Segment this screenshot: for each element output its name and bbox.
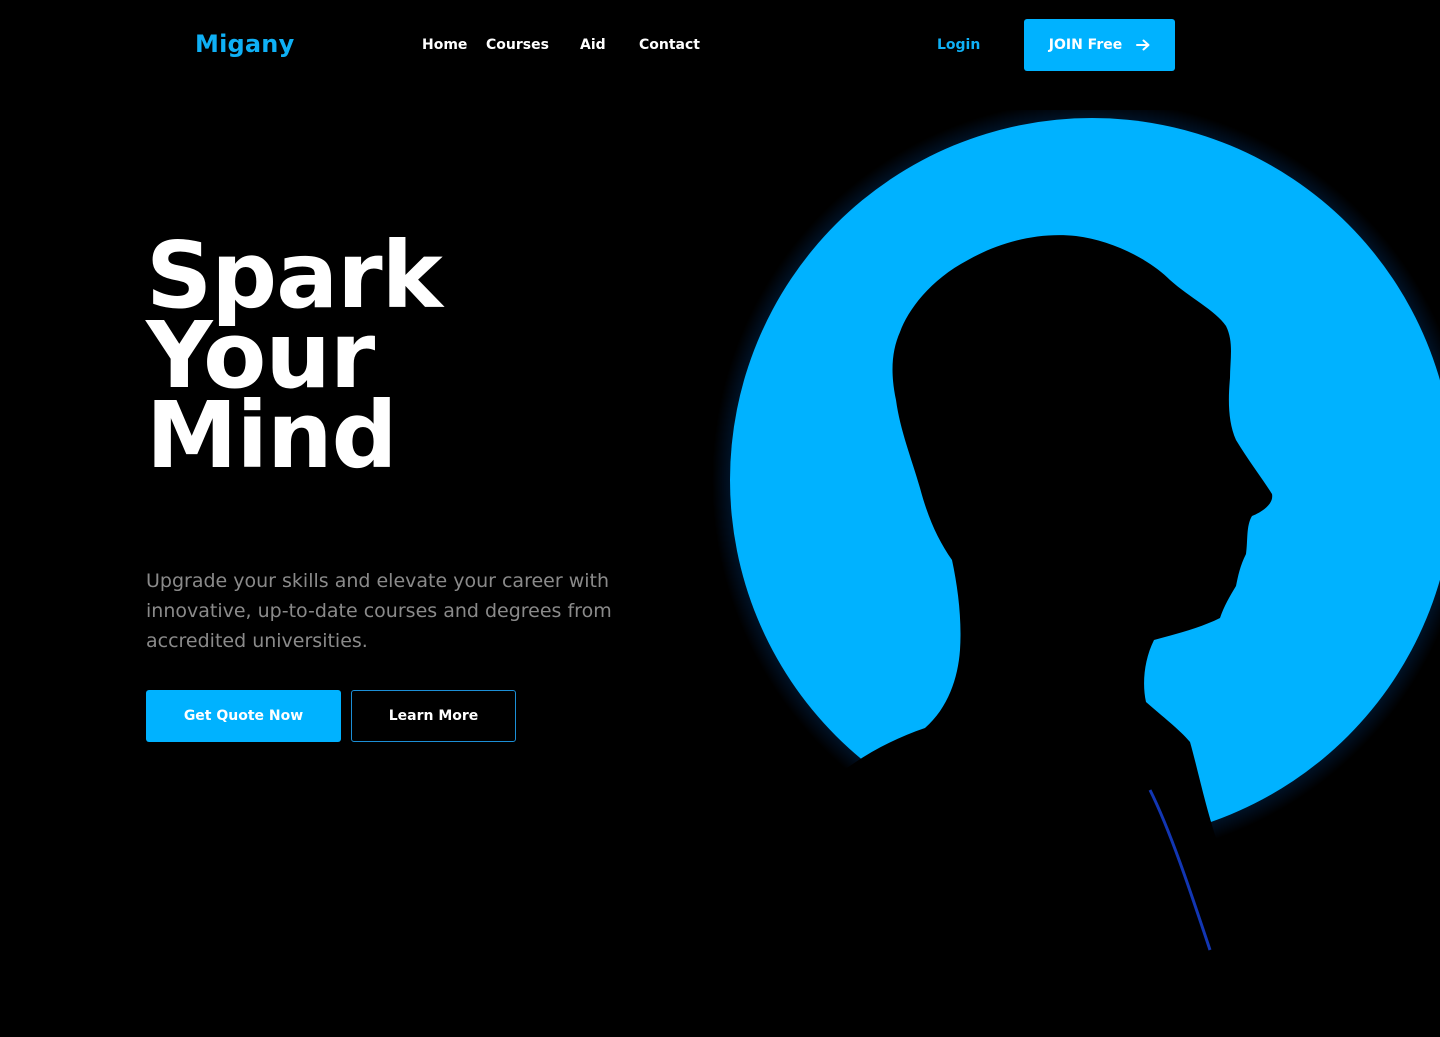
nav-aid[interactable]: Aid [580, 37, 606, 53]
brand-logo[interactable]: Migany [195, 30, 294, 58]
site-header: Migany Home Courses Aid Contact Login JO… [0, 0, 1440, 90]
get-quote-button[interactable]: Get Quote Now [146, 690, 341, 742]
nav-contact[interactable]: Contact [639, 37, 700, 53]
headline-line-3: Mind [146, 382, 397, 489]
hero-headline: Spark Your Mind [146, 230, 443, 489]
arrow-right-icon [1136, 39, 1150, 51]
nav-courses[interactable]: Courses [486, 37, 549, 53]
hero-silhouette-image [712, 110, 1440, 1037]
learn-more-button[interactable]: Learn More [351, 690, 516, 742]
join-free-label: JOIN Free [1048, 37, 1123, 53]
join-free-button[interactable]: JOIN Free [1024, 19, 1175, 71]
hero-subtitle: Upgrade your skills and elevate your car… [146, 570, 612, 652]
nav-home[interactable]: Home [422, 37, 467, 53]
login-link[interactable]: Login [937, 37, 980, 53]
